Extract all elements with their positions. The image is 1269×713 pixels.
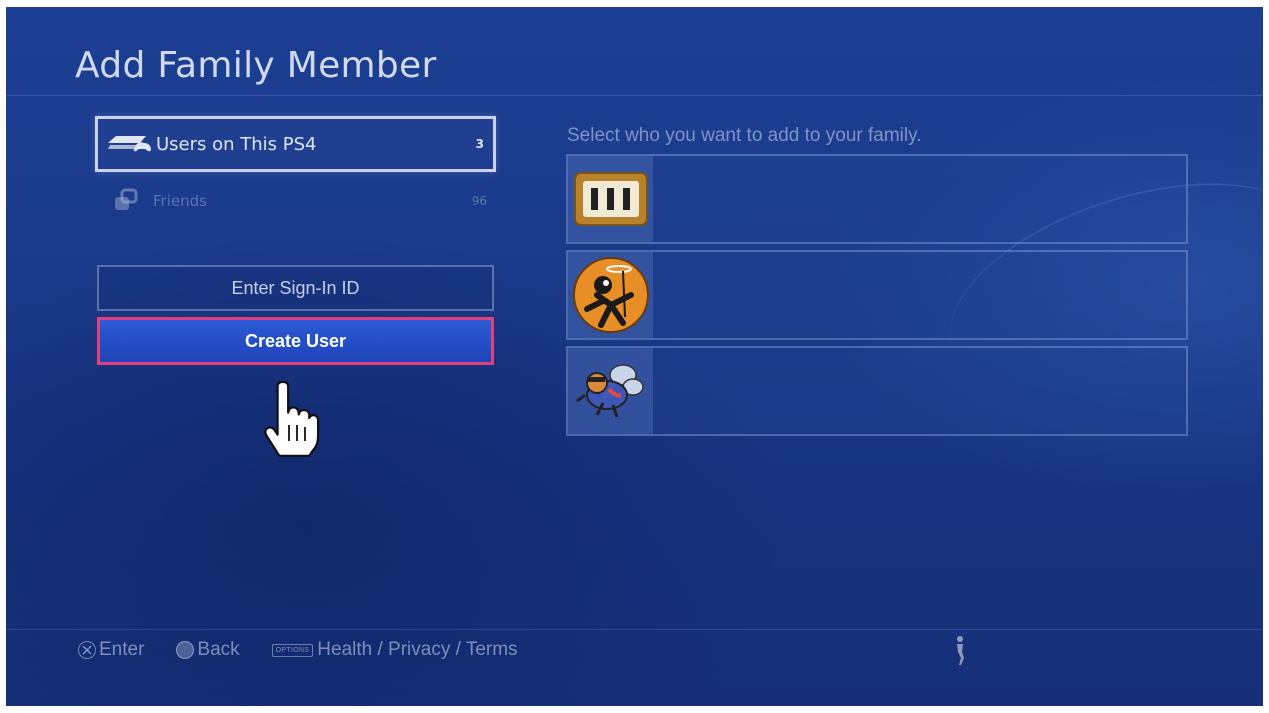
back-hint: Back [176,639,240,661]
user-row[interactable] [566,154,1188,244]
options-button-icon: OPTIONS [271,643,314,657]
enter-sign-in-id-button[interactable]: Enter Sign-In ID [97,265,494,311]
bee-character-avatar [575,364,644,418]
tab-users-on-this-ps4[interactable]: Users on This PS4 3 [95,116,496,172]
avatar [568,156,653,242]
orange-character-avatar [572,257,649,333]
avatar [568,348,653,434]
user-row[interactable] [566,346,1188,436]
options-hint: OPTIONS Health / Privacy / Terms [271,639,518,661]
footer-controls: Enter Back OPTIONS Health / Privacy / Te… [78,635,550,665]
header-divider [6,95,1263,96]
page-title: Add Family Member [75,45,437,86]
enter-hint: Enter [78,639,144,661]
cross-button-icon [78,641,96,659]
users-prompt: Select who you want to add to your famil… [567,125,922,146]
ps4-screen: Add Family Member Users on This PS4 3 Fr… [6,7,1263,706]
friends-icon [101,188,153,214]
tab-count: 96 [471,194,487,208]
back-label: Back [197,639,240,660]
user-figure-icon [954,635,966,671]
circle-button-icon [176,641,195,659]
create-user-button[interactable]: Create User [97,317,494,365]
tab-label: Users on This PS4 [156,133,317,155]
user-row[interactable] [566,250,1188,340]
gold-box-avatar [573,172,648,226]
tab-count: 3 [475,137,484,151]
health-privacy-terms-label: Health / Privacy / Terms [317,639,518,660]
ps4-console-icon [104,133,156,155]
avatar [568,252,653,338]
footer-divider [6,629,1263,630]
hand-cursor-icon [264,380,328,469]
enter-label: Enter [99,639,145,660]
tab-label: Friends [153,192,207,210]
tab-friends[interactable]: Friends 96 [95,181,496,221]
